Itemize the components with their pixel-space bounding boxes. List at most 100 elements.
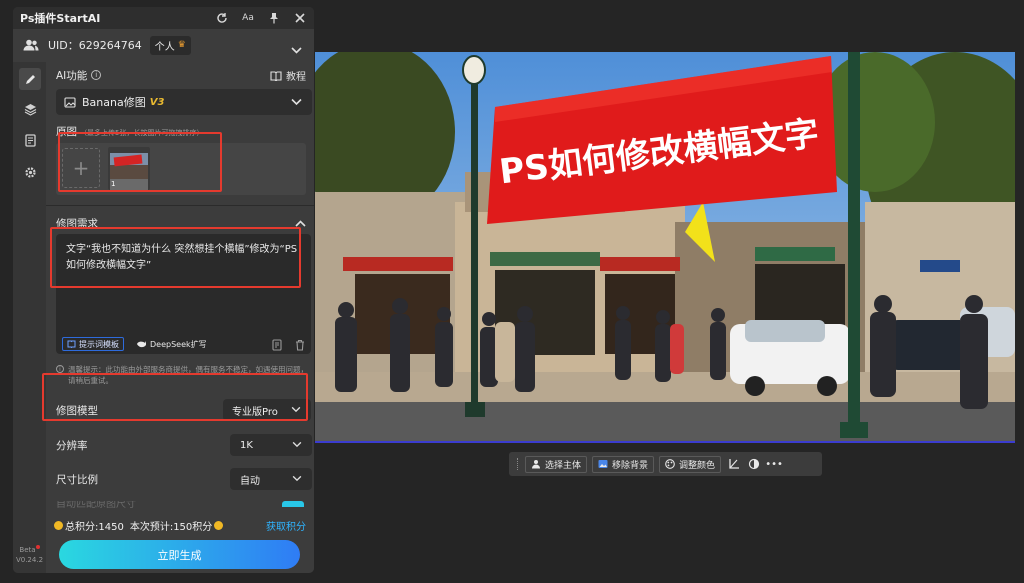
street-photo: PS如何修改横幅文字 — [315, 52, 1015, 442]
ai-function-row: AI功能 i 教程 — [56, 67, 306, 84]
resolution-value: 1K — [240, 439, 253, 451]
remove-background-label: 移除背景 — [612, 460, 649, 471]
beta-label: Beta — [19, 546, 36, 554]
requirement-textarea[interactable]: 文字“我也不知道为什么 突然想挂个横幅”修改为“PS如何修改横幅文字” 提示词模… — [56, 234, 311, 354]
notice-text: 温馨提示：此功能由外部服务商提供，偶有服务不稳定，如遇使用问题，请稍后重试。 — [68, 365, 308, 385]
original-image-hint: （最多上传5张，长按图片可拖拽排序） — [80, 129, 204, 137]
model-label: 修图模型 — [56, 405, 98, 417]
contextual-task-bar: 选择主体 移除背景 调整颜色 ••• — [509, 452, 822, 476]
document-icon[interactable] — [21, 131, 39, 149]
notice-text-block: i 温馨提示：此功能由外部服务商提供，偶有服务不稳定，如遇使用问题，请稍后重试。 — [56, 364, 310, 386]
partially-hidden-row: 自动匹配原图尺寸 — [56, 501, 306, 509]
book-icon — [67, 340, 76, 348]
contrast-icon[interactable] — [746, 456, 762, 472]
toggle-switch[interactable] — [282, 501, 304, 507]
points-info: 总积分:1450 本次预计:150积分 — [54, 518, 225, 533]
tutorial-link[interactable]: 教程 — [270, 68, 306, 83]
version-label: Beta V0.24.2 — [13, 545, 46, 565]
requirement-label: 修图需求 — [56, 218, 98, 230]
deepseek-expand-button[interactable]: DeepSeek扩写 — [132, 337, 211, 351]
tutorial-label: 教程 — [286, 72, 306, 83]
more-icon[interactable]: ••• — [765, 456, 783, 472]
palette-icon — [665, 459, 675, 469]
crop-icon[interactable] — [726, 456, 742, 472]
version-number: V0.24.2 — [15, 556, 44, 564]
crown-icon: ♛ — [177, 40, 186, 50]
user-expand-chevron-icon[interactable] — [291, 39, 302, 58]
aspect-row: 尺寸比例 自动 — [56, 468, 312, 490]
left-rail: Beta V0.24.2 — [13, 62, 46, 573]
info-icon[interactable]: i — [91, 70, 102, 80]
add-image-button[interactable]: + — [62, 148, 100, 188]
gear-icon[interactable] — [21, 163, 39, 181]
get-points-link[interactable]: 获取积分 — [266, 518, 306, 533]
person-icon — [532, 460, 540, 469]
requirement-text[interactable]: 文字“我也不知道为什么 突然想挂个横幅”修改为“PS如何修改横幅文字” — [66, 242, 306, 274]
plan-label: 个人 — [154, 41, 175, 53]
chevron-down-icon — [291, 96, 302, 109]
coin-icon — [214, 521, 224, 530]
plugin-panel: Ps插件StartAI Aa UID：629264764 个人 ♛ Beta V… — [13, 7, 314, 573]
model-row: 修图模型 专业版Pro — [56, 399, 312, 421]
textarea-actions — [272, 336, 305, 355]
deepseek-label: DeepSeek扩写 — [150, 339, 207, 349]
footer: 总积分:1450 本次预计:150积分 获取积分 立即生成 — [46, 510, 314, 573]
chevron-down-icon — [292, 474, 302, 485]
history-icon[interactable] — [272, 336, 283, 355]
trash-icon[interactable] — [295, 336, 305, 355]
resolution-label: 分辨率 — [56, 440, 88, 452]
image-icon — [64, 96, 76, 108]
generate-button[interactable]: 立即生成 — [59, 540, 300, 569]
whale-icon — [137, 341, 146, 348]
prompt-template-button[interactable]: 提示词模板 — [62, 337, 124, 351]
adjust-color-label: 调整颜色 — [679, 460, 716, 471]
original-image-label: 原图 — [56, 126, 77, 138]
user-bar: UID：629264764 个人 ♛ — [13, 31, 314, 59]
window-title: Ps插件StartAI — [20, 12, 101, 25]
remove-background-button[interactable]: 移除背景 — [592, 455, 655, 473]
users-icon — [23, 36, 39, 55]
select-subject-label: 选择主体 — [545, 460, 582, 471]
image-upload-strip: + 1 — [56, 143, 306, 195]
plan-badge: 个人 ♛ — [149, 35, 191, 55]
thumbnail-index: 1 — [111, 180, 116, 188]
section-divider — [46, 205, 314, 206]
aspect-value: 自动 — [240, 475, 260, 487]
close-icon[interactable] — [292, 10, 308, 26]
model-select[interactable]: 专业版Pro — [223, 399, 311, 421]
document-canvas[interactable]: PS如何修改横幅文字 — [315, 52, 1015, 442]
canvas-selection-edge — [315, 441, 1015, 443]
aspect-select[interactable]: 自动 — [230, 468, 312, 490]
model-value: 专业版Pro — [232, 406, 278, 418]
pin-icon[interactable] — [266, 10, 282, 26]
title-bar-icons: Aa — [214, 10, 308, 26]
coin-icon — [54, 521, 63, 530]
chevron-down-icon — [292, 440, 302, 451]
ai-function-value: Banana修图 — [82, 96, 146, 109]
ai-function-label: AI功能 — [56, 69, 88, 82]
beta-dot — [35, 545, 40, 549]
chevron-down-icon — [291, 405, 301, 416]
resolution-select[interactable]: 1K — [230, 434, 312, 456]
image-thumbnail[interactable]: 1 — [108, 147, 150, 190]
uid-label: UID：629264764 — [48, 39, 142, 52]
layers-icon[interactable] — [21, 100, 39, 118]
book-icon — [270, 70, 282, 81]
chevron-up-icon[interactable] — [295, 212, 306, 231]
title-bar: Ps插件StartAI Aa — [13, 7, 314, 29]
aspect-label: 尺寸比例 — [56, 474, 98, 486]
brush-icon[interactable] — [19, 68, 41, 90]
font-size-icon[interactable]: Aa — [240, 10, 256, 26]
adjust-color-button[interactable]: 调整颜色 — [659, 455, 722, 473]
refresh-icon[interactable] — [214, 10, 230, 26]
info-icon: i — [56, 365, 64, 373]
hidden-row-label: 自动匹配原图尺寸 — [56, 501, 136, 509]
select-subject-button[interactable]: 选择主体 — [525, 455, 588, 473]
total-points: 总积分:1450 — [65, 522, 124, 533]
drag-handle-icon[interactable] — [517, 458, 519, 470]
ai-function-select[interactable]: Banana修图 V3 — [56, 89, 312, 115]
image-icon — [598, 460, 608, 468]
requirement-header[interactable]: 修图需求 — [56, 212, 306, 230]
version-badge: V3 — [149, 96, 165, 108]
prompt-template-label: 提示词模板 — [79, 339, 119, 349]
